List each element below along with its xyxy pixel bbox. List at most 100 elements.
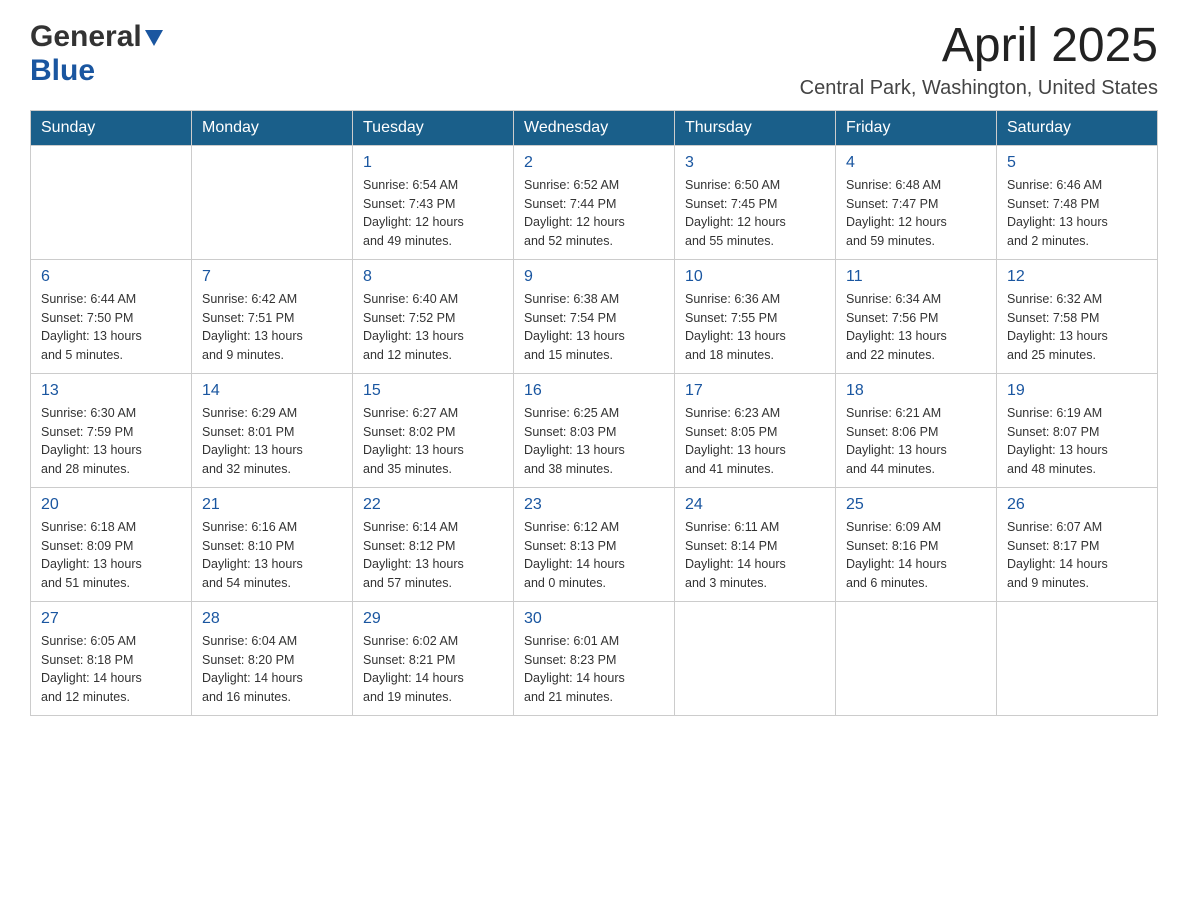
day-number: 14 [202,382,342,400]
day-info: Sunrise: 6:18 AMSunset: 8:09 PMDaylight:… [41,518,181,593]
calendar-week-row: 1 Sunrise: 6:54 AMSunset: 7:43 PMDaylight… [31,145,1158,259]
day-number: 25 [846,496,986,514]
calendar-cell: 6 Sunrise: 6:44 AMSunset: 7:50 PMDaylight… [31,259,192,373]
weekday-header: Thursday [675,110,836,145]
day-number: 3 [685,154,825,172]
day-number: 24 [685,496,825,514]
calendar-cell: 26 Sunrise: 6:07 AMSunset: 8:17 PMDayligh… [997,487,1158,601]
calendar-week-row: 20 Sunrise: 6:18 AMSunset: 8:09 PMDayligh… [31,487,1158,601]
day-number: 18 [846,382,986,400]
calendar-cell [997,601,1158,715]
day-info: Sunrise: 6:54 AMSunset: 7:43 PMDaylight:… [363,176,503,251]
calendar-cell: 14 Sunrise: 6:29 AMSunset: 8:01 PMDayligh… [192,373,353,487]
day-info: Sunrise: 6:52 AMSunset: 7:44 PMDaylight:… [524,176,664,251]
calendar-cell: 8 Sunrise: 6:40 AMSunset: 7:52 PMDaylight… [353,259,514,373]
day-info: Sunrise: 6:07 AMSunset: 8:17 PMDaylight:… [1007,518,1147,593]
day-number: 2 [524,154,664,172]
day-info: Sunrise: 6:01 AMSunset: 8:23 PMDaylight:… [524,632,664,707]
day-info: Sunrise: 6:27 AMSunset: 8:02 PMDaylight:… [363,404,503,479]
day-number: 21 [202,496,342,514]
weekday-header: Wednesday [514,110,675,145]
calendar-cell: 18 Sunrise: 6:21 AMSunset: 8:06 PMDayligh… [836,373,997,487]
calendar-cell: 10Sunrise: 6:36 AMSunset: 7:55 PMDayligh… [675,259,836,373]
day-number: 4 [846,154,986,172]
calendar-week-row: 6 Sunrise: 6:44 AMSunset: 7:50 PMDaylight… [31,259,1158,373]
calendar-cell: 3Sunrise: 6:50 AMSunset: 7:45 PMDaylight… [675,145,836,259]
calendar-cell: 20 Sunrise: 6:18 AMSunset: 8:09 PMDayligh… [31,487,192,601]
calendar-cell [192,145,353,259]
title-block: April 2025 Central Park, Washington, Uni… [800,20,1158,100]
day-info: Sunrise: 6:34 AMSunset: 7:56 PMDaylight:… [846,290,986,365]
day-number: 15 [363,382,503,400]
calendar-cell: 25 Sunrise: 6:09 AMSunset: 8:16 PMDayligh… [836,487,997,601]
day-info: Sunrise: 6:02 AMSunset: 8:21 PMDaylight:… [363,632,503,707]
calendar-cell: 9 Sunrise: 6:38 AMSunset: 7:54 PMDaylight… [514,259,675,373]
calendar-cell: 1 Sunrise: 6:54 AMSunset: 7:43 PMDaylight… [353,145,514,259]
calendar-cell: 11Sunrise: 6:34 AMSunset: 7:56 PMDayligh… [836,259,997,373]
day-info: Sunrise: 6:32 AMSunset: 7:58 PMDaylight:… [1007,290,1147,365]
day-number: 8 [363,268,503,286]
weekday-header: Friday [836,110,997,145]
calendar-cell [31,145,192,259]
calendar-cell: 15 Sunrise: 6:27 AMSunset: 8:02 PMDayligh… [353,373,514,487]
calendar-cell: 12 Sunrise: 6:32 AMSunset: 7:58 PMDayligh… [997,259,1158,373]
day-number: 6 [41,268,181,286]
day-info: Sunrise: 6:21 AMSunset: 8:06 PMDaylight:… [846,404,986,479]
weekday-header: Sunday [31,110,192,145]
month-title: April 2025 [800,20,1158,73]
day-info: Sunrise: 6:30 AMSunset: 7:59 PMDaylight:… [41,404,181,479]
day-info: Sunrise: 6:29 AMSunset: 8:01 PMDaylight:… [202,404,342,479]
day-number: 10 [685,268,825,286]
logo-general-text: General [30,20,142,54]
calendar-week-row: 27 Sunrise: 6:05 AMSunset: 8:18 PMDayligh… [31,601,1158,715]
logo: General Blue [30,20,163,88]
calendar-cell: 27 Sunrise: 6:05 AMSunset: 8:18 PMDayligh… [31,601,192,715]
day-info: Sunrise: 6:14 AMSunset: 8:12 PMDaylight:… [363,518,503,593]
day-number: 17 [685,382,825,400]
location-subtitle: Central Park, Washington, United States [800,77,1158,100]
day-number: 20 [41,496,181,514]
day-info: Sunrise: 6:12 AMSunset: 8:13 PMDaylight:… [524,518,664,593]
calendar-cell: 13 Sunrise: 6:30 AMSunset: 7:59 PMDayligh… [31,373,192,487]
weekday-header: Saturday [997,110,1158,145]
calendar-cell: 24 Sunrise: 6:11 AMSunset: 8:14 PMDayligh… [675,487,836,601]
day-info: Sunrise: 6:38 AMSunset: 7:54 PMDaylight:… [524,290,664,365]
calendar-cell: 4 Sunrise: 6:48 AMSunset: 7:47 PMDaylight… [836,145,997,259]
calendar-cell: 16Sunrise: 6:25 AMSunset: 8:03 PMDayligh… [514,373,675,487]
day-info: Sunrise: 6:05 AMSunset: 8:18 PMDaylight:… [41,632,181,707]
day-info: Sunrise: 6:40 AMSunset: 7:52 PMDaylight:… [363,290,503,365]
day-info: Sunrise: 6:42 AMSunset: 7:51 PMDaylight:… [202,290,342,365]
day-number: 9 [524,268,664,286]
calendar-cell [675,601,836,715]
logo-blue-text: Blue [30,54,95,87]
day-number: 29 [363,610,503,628]
day-info: Sunrise: 6:44 AMSunset: 7:50 PMDaylight:… [41,290,181,365]
calendar-cell: 29 Sunrise: 6:02 AMSunset: 8:21 PMDayligh… [353,601,514,715]
day-number: 26 [1007,496,1147,514]
day-info: Sunrise: 6:48 AMSunset: 7:47 PMDaylight:… [846,176,986,251]
calendar-cell: 2 Sunrise: 6:52 AMSunset: 7:44 PMDaylight… [514,145,675,259]
day-number: 27 [41,610,181,628]
day-info: Sunrise: 6:04 AMSunset: 8:20 PMDaylight:… [202,632,342,707]
calendar-table: SundayMondayTuesdayWednesdayThursdayFrid… [30,110,1158,716]
day-info: Sunrise: 6:09 AMSunset: 8:16 PMDaylight:… [846,518,986,593]
logo-triangle-icon [145,30,163,51]
weekday-header: Tuesday [353,110,514,145]
page-header: General Blue April 2025 Central Park, Wa… [30,20,1158,100]
day-number: 12 [1007,268,1147,286]
day-number: 13 [41,382,181,400]
day-number: 5 [1007,154,1147,172]
day-number: 28 [202,610,342,628]
day-info: Sunrise: 6:11 AMSunset: 8:14 PMDaylight:… [685,518,825,593]
day-info: Sunrise: 6:23 AMSunset: 8:05 PMDaylight:… [685,404,825,479]
calendar-cell: 28 Sunrise: 6:04 AMSunset: 8:20 PMDayligh… [192,601,353,715]
day-number: 23 [524,496,664,514]
day-info: Sunrise: 6:19 AMSunset: 8:07 PMDaylight:… [1007,404,1147,479]
calendar-cell: 21Sunrise: 6:16 AMSunset: 8:10 PMDayligh… [192,487,353,601]
day-info: Sunrise: 6:25 AMSunset: 8:03 PMDaylight:… [524,404,664,479]
day-number: 1 [363,154,503,172]
day-number: 30 [524,610,664,628]
weekday-header-row: SundayMondayTuesdayWednesdayThursdayFrid… [31,110,1158,145]
calendar-cell: 19Sunrise: 6:19 AMSunset: 8:07 PMDayligh… [997,373,1158,487]
calendar-cell: 7Sunrise: 6:42 AMSunset: 7:51 PMDaylight… [192,259,353,373]
